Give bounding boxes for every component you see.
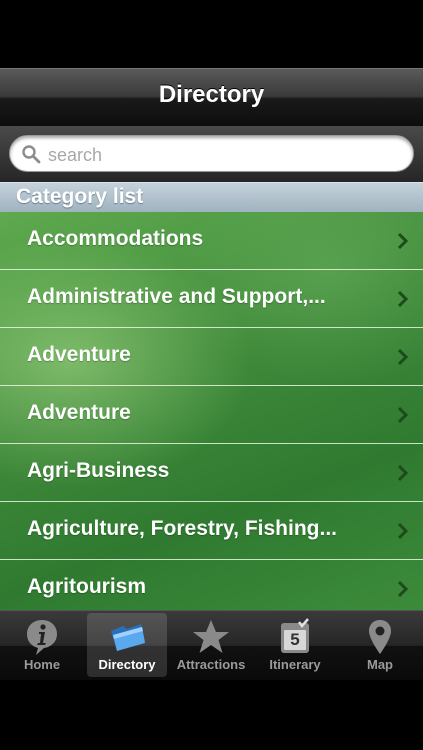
star-icon [193, 620, 229, 653]
search-bar [0, 126, 423, 182]
tab-label: Itinerary [269, 657, 321, 672]
list-item[interactable]: Agri-Business [0, 444, 423, 502]
chevron-right-icon [397, 406, 409, 424]
tab-home[interactable]: Home [2, 613, 82, 677]
list-item-label: Agriculture, Forestry, Fishing... [27, 517, 337, 540]
calendar-day: 5 [290, 630, 300, 649]
app-screen: Directory Category list Accommodations A… [0, 0, 423, 750]
folder-icon [111, 624, 145, 651]
map-pin-icon [369, 620, 391, 654]
tab-label: Directory [98, 657, 156, 672]
tab-attractions[interactable]: Attractions [171, 613, 251, 677]
category-list: Accommodations Administrative and Suppor… [0, 212, 423, 610]
list-item-label: Accommodations [27, 227, 204, 250]
chevron-right-icon [397, 290, 409, 308]
tab-map[interactable]: Map [340, 613, 420, 677]
search-field[interactable] [9, 135, 414, 172]
chevron-right-icon [397, 464, 409, 482]
chevron-right-icon [397, 232, 409, 250]
list-item-label: Agri-Business [27, 459, 170, 482]
list-item-label: Administrative and Support,... [27, 285, 326, 308]
chevron-right-icon [397, 348, 409, 366]
list-item[interactable]: Adventure [0, 386, 423, 444]
list-item-label: Agritourism [27, 575, 147, 598]
section-header-label: Category list [16, 185, 144, 208]
tab-label: Home [23, 657, 61, 672]
tab-bar: Home Directory Attractions 5 Itinerary M… [0, 610, 423, 680]
list-item-label: Adventure [27, 401, 131, 424]
search-icon [22, 145, 41, 164]
navigation-bar: Directory [0, 68, 423, 126]
chevron-right-icon [397, 580, 409, 598]
search-input[interactable] [46, 142, 400, 168]
list-item[interactable]: Agriculture, Forestry, Fishing... [0, 502, 423, 560]
tab-label: Attractions [176, 657, 246, 672]
tab-label: Map [367, 657, 393, 672]
section-header: Category list [0, 182, 423, 212]
list-item[interactable]: Agritourism [0, 560, 423, 610]
info-icon [27, 620, 57, 655]
page-title: Directory [158, 81, 265, 108]
list-item[interactable]: Accommodations [0, 212, 423, 270]
list-item-label: Adventure [27, 343, 131, 366]
tab-directory[interactable]: Directory [87, 613, 167, 677]
list-item[interactable]: Adventure [0, 328, 423, 386]
tab-itinerary[interactable]: 5 Itinerary [255, 613, 335, 677]
chevron-right-icon [397, 522, 409, 540]
list-item[interactable]: Administrative and Support,... [0, 270, 423, 328]
